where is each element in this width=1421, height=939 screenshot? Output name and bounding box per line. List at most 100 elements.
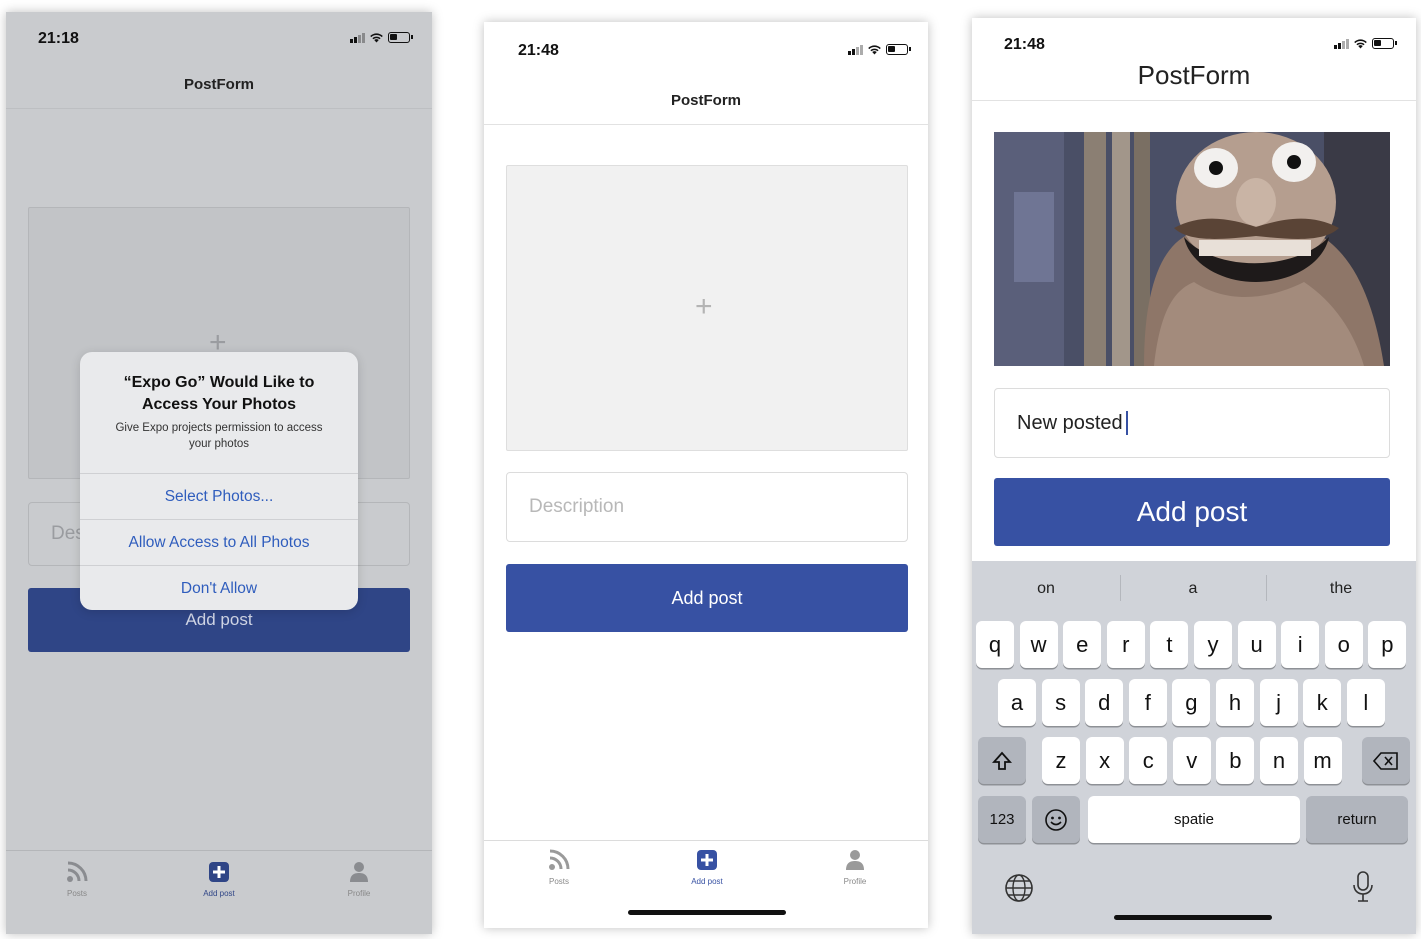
wifi-icon [868, 45, 881, 55]
add-post-button[interactable]: Add post [506, 564, 908, 632]
status-icons [1334, 38, 1397, 49]
rss-icon [67, 861, 88, 882]
tab-posts[interactable]: Posts [514, 849, 604, 886]
status-time: 21:48 [518, 42, 559, 59]
tab-label: Profile [347, 889, 371, 898]
microphone-icon[interactable] [1352, 871, 1374, 903]
battery-icon [388, 32, 413, 43]
photo-image [994, 132, 1390, 366]
dialog-title: “Expo Go” Would Like to Access Your Phot… [123, 374, 315, 413]
status-icons [350, 32, 413, 43]
letter-key[interactable]: b [1216, 737, 1255, 784]
tab-label: Profile [843, 877, 867, 886]
tab-posts[interactable]: Posts [32, 861, 122, 898]
status-icons [848, 44, 911, 55]
user-icon [350, 862, 368, 882]
tab-add-post[interactable]: Add post [174, 861, 264, 898]
globe-icon[interactable] [1004, 873, 1034, 903]
letter-key[interactable]: m [1303, 737, 1342, 784]
tab-bar: Posts Add post Profile [6, 850, 432, 934]
allow-all-photos-button[interactable]: Allow Access to All Photos [80, 519, 358, 565]
phone-screen-empty-form: 21:48 PostForm + Description Add post Po… [484, 22, 928, 928]
page-title: PostForm [183, 76, 254, 93]
selected-photo[interactable] [994, 132, 1390, 366]
letter-key[interactable]: e [1063, 621, 1102, 668]
plus-icon: + [695, 290, 713, 323]
suggestion[interactable]: on [972, 561, 1120, 617]
suggestion[interactable]: a [1120, 561, 1266, 617]
phone-screen-filled-form: 21:48 PostForm New posted Add post on a … [972, 18, 1416, 934]
battery-icon [1372, 38, 1397, 49]
dialog-message: Give Expo projects permission to access … [115, 422, 323, 450]
backspace-key[interactable] [1362, 737, 1410, 784]
letter-key[interactable]: x [1085, 737, 1124, 784]
letter-key[interactable]: i [1281, 621, 1320, 668]
description-field[interactable]: Description [506, 472, 908, 542]
letter-key[interactable]: p [1368, 621, 1407, 668]
letter-key[interactable]: k [1303, 679, 1342, 726]
letter-key[interactable]: v [1172, 737, 1211, 784]
keyboard: on a the qwertyuiop asdfghjkl zxcvbnm 12… [972, 561, 1416, 934]
letter-key[interactable]: h [1216, 679, 1254, 726]
letter-key[interactable]: d [1085, 679, 1124, 726]
status-time: 21:48 [1004, 36, 1045, 53]
return-key[interactable]: return [1306, 796, 1408, 843]
letter-key[interactable]: n [1260, 737, 1298, 784]
letter-key[interactable]: o [1324, 621, 1363, 668]
page-title: PostForm [1137, 60, 1251, 90]
suggestion[interactable]: the [1266, 561, 1416, 617]
header-divider [6, 108, 432, 109]
letter-key[interactable]: q [976, 621, 1014, 668]
plus-square-icon [209, 862, 229, 882]
tab-profile[interactable]: Profile [314, 861, 404, 898]
wifi-icon [1354, 39, 1367, 49]
letter-key[interactable]: g [1172, 679, 1211, 726]
page-title: PostForm [670, 92, 741, 109]
permission-dialog: “Expo Go” Would Like to Access Your Phot… [80, 352, 358, 610]
emoji-icon [1045, 808, 1067, 831]
backspace-icon [1373, 751, 1398, 770]
letter-key[interactable]: t [1150, 621, 1189, 668]
tab-profile[interactable]: Profile [810, 849, 900, 886]
select-photos-button[interactable]: Select Photos... [80, 473, 358, 519]
text-cursor [1125, 411, 1128, 435]
header-divider [484, 124, 928, 125]
header-divider [972, 100, 1416, 101]
add-post-button[interactable]: Add post [994, 478, 1390, 546]
space-key[interactable]: spatie [1088, 796, 1300, 843]
tab-label: Posts [66, 889, 87, 898]
letter-key[interactable]: u [1237, 621, 1276, 668]
emoji-key[interactable] [1032, 796, 1080, 843]
signal-icon [848, 44, 863, 55]
user-icon [846, 850, 864, 870]
tab-add-post[interactable]: Add post [662, 849, 752, 886]
letter-key[interactable]: l [1346, 679, 1385, 726]
letter-key[interactable]: s [1041, 679, 1080, 726]
letter-key[interactable]: w [1019, 621, 1058, 668]
letter-key[interactable]: a [998, 679, 1036, 726]
tab-label: Add post [203, 889, 235, 898]
wifi-icon [370, 33, 383, 43]
letter-key[interactable]: y [1194, 621, 1232, 668]
signal-icon [1334, 38, 1349, 49]
tab-label: Add post [691, 877, 723, 886]
phone-screen-permission: 21:18 PostForm + Description Add post “E… [6, 12, 432, 934]
letter-key[interactable]: f [1128, 679, 1167, 726]
numbers-key[interactable]: 123 [978, 796, 1026, 843]
dont-allow-button[interactable]: Don't Allow [80, 565, 358, 610]
shift-icon [992, 751, 1012, 770]
letter-key[interactable]: j [1259, 679, 1298, 726]
tab-label: Posts [548, 877, 569, 886]
shift-key[interactable] [978, 737, 1026, 784]
description-value: New posted [1017, 411, 1123, 434]
status-time: 21:18 [38, 30, 79, 47]
letter-key[interactable]: c [1129, 737, 1168, 784]
image-picker[interactable]: + [506, 165, 908, 451]
rss-icon [549, 849, 570, 870]
letter-key[interactable]: z [1042, 737, 1080, 784]
letter-key[interactable]: r [1106, 621, 1145, 668]
plus-square-icon [697, 850, 717, 870]
description-placeholder: Description [529, 496, 625, 517]
description-field[interactable]: New posted [994, 388, 1390, 458]
battery-icon [886, 44, 911, 55]
